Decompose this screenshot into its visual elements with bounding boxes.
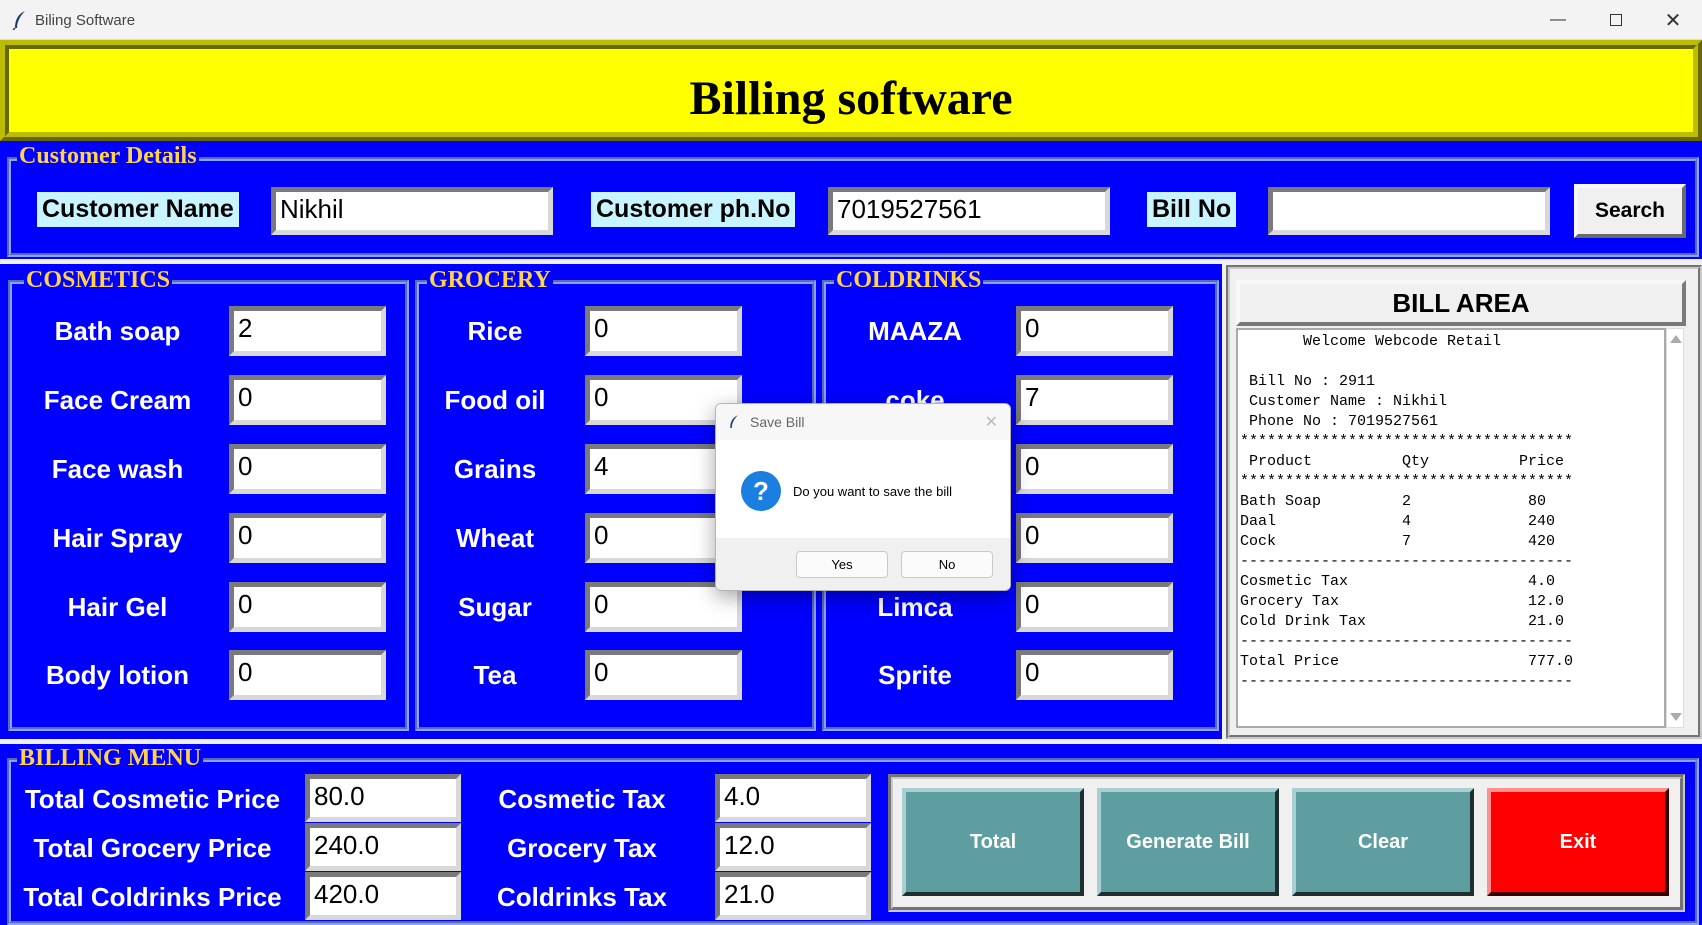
exit-button[interactable]: Exit — [1487, 788, 1669, 896]
cosmetics-label: COSMETICS — [24, 267, 173, 293]
food-oil-label: Food oil — [444, 385, 546, 415]
close-icon: ✕ — [1664, 9, 1682, 32]
bill-textarea[interactable]: Welcome Webcode Retail Bill No : 2911 Cu… — [1236, 328, 1666, 728]
cosmetic-tax-label: Cosmetic Tax — [498, 784, 666, 814]
dialog-title: Save Bill — [750, 414, 805, 430]
page-title: Billing software — [689, 72, 1013, 125]
face-wash-input[interactable]: 0 — [229, 444, 386, 494]
generate-bill-button[interactable]: Generate Bill — [1097, 788, 1279, 896]
maximize-icon — [1610, 14, 1622, 26]
bath-soap-input[interactable]: 2 — [229, 306, 386, 356]
no-button[interactable]: No — [901, 551, 993, 578]
sprite-label: Sprite — [878, 660, 952, 690]
maaza-label: MAAZA — [868, 316, 962, 346]
total-grocery-price-label: Total Grocery Price — [33, 833, 272, 863]
customer-details-label: Customer Details — [17, 143, 199, 169]
window-title: Biling Software — [35, 12, 136, 29]
minimize-button[interactable]: — — [1529, 0, 1587, 40]
dialog-message: Do you want to save the bill — [793, 484, 952, 499]
save-bill-dialog: Save Bill ✕ ? Do you want to save the bi… — [715, 403, 1011, 591]
coldrinks-label: COLDRINKS — [834, 267, 984, 293]
body-lotion-input[interactable]: 0 — [229, 650, 386, 700]
close-button[interactable]: ✕ — [1644, 0, 1702, 40]
search-button[interactable]: Search — [1574, 184, 1686, 238]
header-banner: Billing software — [0, 40, 1702, 141]
sugar-label: Sugar — [458, 592, 532, 622]
customer-phone-label: Customer ph.No — [591, 192, 796, 227]
grocery-label: GROCERY — [427, 267, 553, 293]
yes-button[interactable]: Yes — [796, 551, 888, 578]
grains-label: Grains — [453, 454, 537, 484]
hair-gel-input[interactable]: 0 — [229, 582, 386, 632]
coke-input[interactable]: 7 — [1016, 375, 1173, 425]
cosmetic-tax-field[interactable]: 4.0 — [715, 774, 871, 822]
feather-icon — [12, 11, 25, 30]
bill-scrollbar[interactable] — [1666, 328, 1684, 728]
limca-input[interactable]: 0 — [1016, 582, 1173, 632]
coldrinks-tax-label: Coldrinks Tax — [496, 882, 667, 912]
grocery-tax-label: Grocery Tax — [507, 833, 657, 863]
total-coldrinks-price-field[interactable]: 420.0 — [305, 872, 461, 920]
limca-label: Limca — [877, 592, 953, 622]
scroll-up-icon[interactable] — [1670, 335, 1682, 343]
rice-input[interactable]: 0 — [585, 306, 742, 356]
tea-label: Tea — [473, 660, 517, 690]
bill-no-input[interactable] — [1268, 187, 1550, 235]
face-wash-label: Face wash — [51, 454, 184, 484]
total-grocery-price-field[interactable]: 240.0 — [305, 823, 461, 871]
customer-name-input[interactable]: Nikhil — [271, 187, 553, 235]
clear-button[interactable]: Clear — [1292, 788, 1474, 896]
maaza-input[interactable]: 0 — [1016, 306, 1173, 356]
maximize-button[interactable] — [1587, 0, 1645, 40]
dialog-close-icon[interactable]: ✕ — [985, 412, 998, 432]
feather-icon — [730, 415, 738, 428]
coldrink-4-input[interactable]: 0 — [1016, 513, 1173, 563]
coldrink-3-input[interactable]: 0 — [1016, 444, 1173, 494]
total-cosmetic-price-field[interactable]: 80.0 — [305, 774, 461, 822]
total-coldrinks-price-label: Total Coldrinks Price — [23, 882, 282, 912]
customer-name-label: Customer Name — [37, 192, 239, 227]
body-lotion-label: Body lotion — [46, 660, 189, 690]
face-cream-label: Face Cream — [43, 385, 192, 415]
hair-spray-input[interactable]: 0 — [229, 513, 386, 563]
bath-soap-label: Bath soap — [54, 316, 181, 346]
minimize-icon: — — [1550, 11, 1566, 28]
scroll-down-icon[interactable] — [1670, 713, 1682, 721]
tea-input[interactable]: 0 — [585, 650, 742, 700]
coldrinks-tax-field[interactable]: 21.0 — [715, 872, 871, 920]
hair-gel-label: Hair Gel — [67, 592, 168, 622]
billing-menu-label: BILLING MENU — [17, 745, 204, 771]
bill-area-title: BILL AREA — [1236, 280, 1686, 326]
bill-no-label: Bill No — [1147, 192, 1237, 227]
total-button[interactable]: Total — [902, 788, 1084, 896]
hair-spray-label: Hair Spray — [52, 523, 183, 553]
sprite-input[interactable]: 0 — [1016, 650, 1173, 700]
question-icon: ? — [741, 471, 781, 511]
grocery-tax-field[interactable]: 12.0 — [715, 823, 871, 871]
total-cosmetic-price-label: Total Cosmetic Price — [24, 784, 281, 814]
face-cream-input[interactable]: 0 — [229, 375, 386, 425]
wheat-label: Wheat — [456, 523, 534, 553]
customer-phone-input[interactable]: 7019527561 — [828, 187, 1110, 235]
dialog-titlebar: Save Bill ✕ — [716, 404, 1010, 440]
rice-label: Rice — [467, 316, 523, 346]
window-titlebar: Biling Software — ✕ — [0, 0, 1702, 40]
